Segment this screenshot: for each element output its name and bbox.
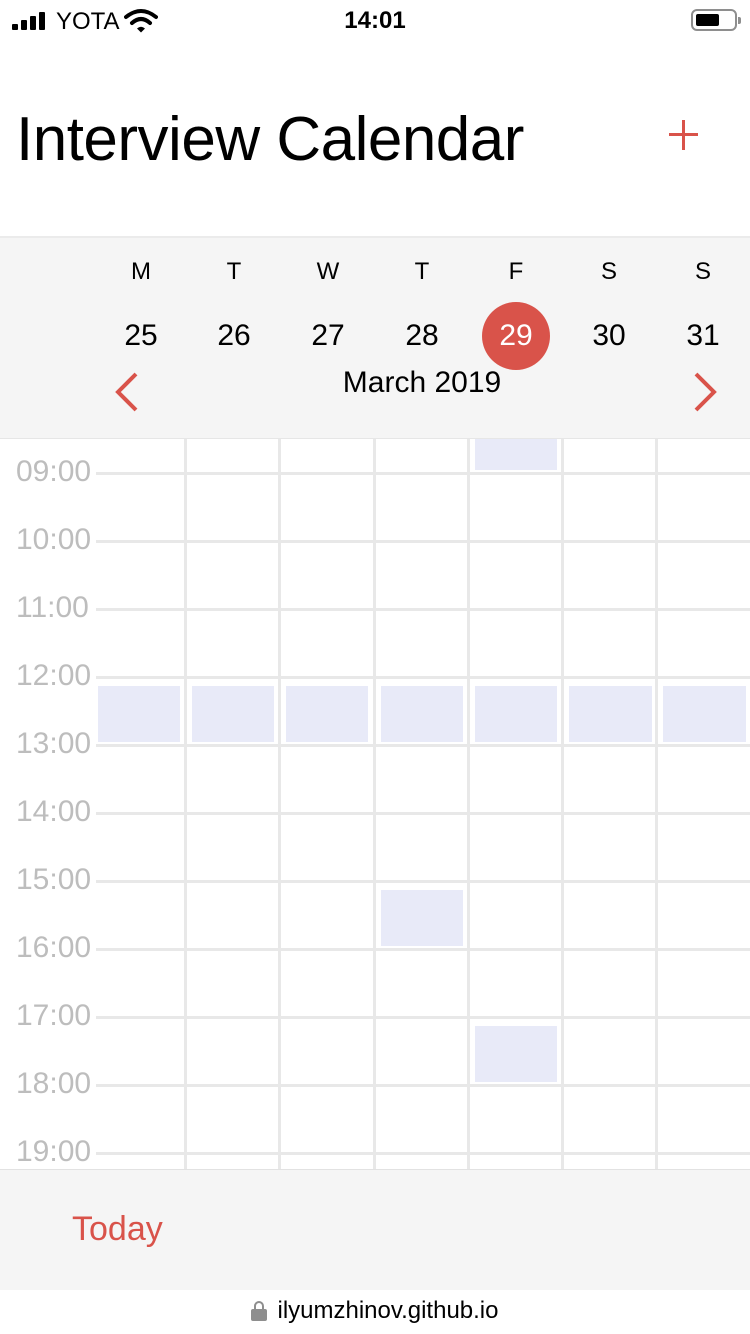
time-label: 17:00 (16, 999, 92, 1032)
weekday-letter: S (600, 258, 617, 285)
hour-divider (96, 1084, 750, 1087)
grid-column-divider (184, 439, 187, 1169)
scheduled-interview-slot[interactable] (475, 1026, 557, 1082)
hour-divider (96, 1152, 750, 1155)
weekday-letter: W (316, 258, 340, 285)
scheduled-interview-slot[interactable] (475, 686, 557, 742)
grid-column-divider (561, 439, 564, 1169)
weekday-letter: F (508, 258, 524, 285)
scheduled-interview-slot[interactable] (475, 439, 557, 470)
hour-divider (96, 880, 750, 883)
selected-date[interactable]: 29 (482, 302, 550, 370)
hour-divider (96, 1016, 750, 1019)
time-label: 14:00 (16, 795, 92, 828)
url-bar[interactable]: ilyumzhinov.github.io (0, 1290, 750, 1334)
scheduled-interview-slot[interactable] (98, 686, 180, 742)
week-strip: M 25 T 26 W 27 T 28 F 29 S 30 S 31 March 2019 (0, 236, 750, 439)
date-number[interactable]: 26 (200, 302, 268, 370)
time-label: 16:00 (16, 931, 92, 964)
date-number[interactable]: 27 (294, 302, 362, 370)
weekday-letter: T (226, 258, 242, 285)
schedule-grid[interactable]: 09:00 10:00 11:00 12:00 13:00 14:00 15:00 16:00… (0, 439, 750, 1169)
time-label: 10:00 (16, 523, 92, 556)
grid-column-divider (467, 439, 470, 1169)
hour-divider (96, 744, 750, 747)
time-label: 19:00 (16, 1135, 92, 1168)
hour-divider (96, 540, 750, 543)
clock: 14:01 (344, 7, 406, 34)
weekday-letter: M (131, 258, 151, 285)
scheduled-interview-slot[interactable] (192, 686, 274, 742)
lock-icon (251, 1301, 268, 1321)
time-label: 12:00 (16, 659, 92, 692)
bottom-toolbar: Today (0, 1169, 750, 1290)
scheduled-interview-slot[interactable] (286, 686, 368, 742)
hour-divider (96, 608, 750, 611)
grid-column-divider (655, 439, 658, 1169)
hour-divider (96, 676, 750, 679)
hour-divider (96, 472, 750, 475)
date-number[interactable]: 31 (669, 302, 737, 370)
chevron-right-icon (694, 372, 717, 412)
weekday-letter: S (694, 258, 711, 285)
grid-column-divider (278, 439, 281, 1169)
time-label: 11:00 (16, 591, 89, 624)
weekday-letter: T (414, 258, 430, 285)
time-label: 13:00 (16, 727, 92, 760)
date-number[interactable]: 30 (575, 302, 643, 370)
time-label: 09:00 (16, 455, 92, 488)
add-event-button[interactable] (664, 114, 704, 154)
month-label: March 2019 (342, 366, 502, 399)
time-label: 15:00 (16, 863, 92, 896)
scheduled-interview-slot[interactable] (663, 686, 746, 742)
time-label: 18:00 (16, 1067, 92, 1100)
battery-icon (691, 9, 741, 31)
status-bar: YOTA 14:01 (0, 0, 750, 40)
scheduled-interview-slot[interactable] (569, 686, 652, 742)
page-title: Interview Calendar (16, 105, 524, 174)
url-text: ilyumzhinov.github.io (277, 1297, 499, 1324)
next-week-button[interactable] (684, 370, 724, 414)
today-button[interactable]: Today (72, 1210, 163, 1249)
date-number[interactable]: 25 (107, 302, 175, 370)
grid-column-divider (373, 439, 376, 1169)
hour-divider (96, 812, 750, 815)
scheduled-interview-slot[interactable] (381, 686, 463, 742)
hour-divider (96, 948, 750, 951)
date-number[interactable]: 28 (388, 302, 456, 370)
scheduled-interview-slot[interactable] (381, 890, 463, 946)
